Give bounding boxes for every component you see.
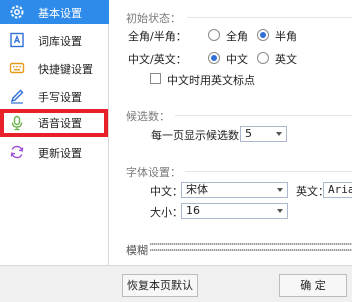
gear-icon	[9, 4, 25, 20]
scroll-artifact-top	[150, 243, 352, 245]
microphone-icon	[9, 115, 25, 131]
sidebar-item-basic[interactable]: 基本设置	[0, 0, 109, 24]
candidates-count-label: 每一页显示候选数：	[151, 129, 250, 142]
sidebar-item-update[interactable]: 更新设置	[0, 140, 109, 164]
scroll-artifact-bottom	[150, 249, 352, 251]
chevron-down-icon	[277, 188, 283, 192]
full-width-radio[interactable]	[208, 29, 220, 41]
group-divider	[185, 171, 352, 172]
chinese-radio[interactable]	[208, 52, 220, 64]
english-punctuation-label: 中文时用英文标点	[167, 74, 255, 87]
fuzzy-title: 模糊	[126, 244, 148, 257]
half-width-label: 半角	[275, 30, 297, 43]
font-settings-title: 字体设置：	[126, 166, 181, 179]
settings-content: 初始状态： 全角/半角： 全角 半角 中文/英文： 中文 英文 中文时用英文标点…	[109, 0, 352, 265]
english-font-value: Arial	[328, 183, 352, 196]
language-mode-label: 中文/英文：	[128, 53, 187, 66]
chevron-down-icon	[277, 209, 283, 213]
sidebar-item-label: 手写设置	[38, 91, 82, 104]
candidates-count-select[interactable]: 5	[240, 126, 287, 142]
english-radio[interactable]	[257, 52, 269, 64]
sidebar-item-voice[interactable]: 语音设置	[0, 109, 108, 137]
pen-icon	[9, 88, 25, 104]
half-width-radio[interactable]	[257, 29, 269, 41]
sidebar-item-handwriting[interactable]: 手写设置	[0, 84, 109, 108]
chevron-down-icon	[276, 132, 282, 136]
sidebar-item-label: 更新设置	[38, 147, 82, 160]
settings-sidebar: 基本设置 词库设置 快捷键设置 手写设置 语音设置 更新设置	[0, 0, 109, 265]
sidebar-item-label: 快捷键设置	[38, 63, 93, 76]
sidebar-item-label: 基本设置	[38, 7, 82, 20]
font-size-select[interactable]: 16	[181, 203, 288, 219]
candidates-title: 候选数：	[126, 110, 170, 123]
chinese-font-value: 宋体	[186, 183, 208, 196]
chinese-font-label: 中文：	[150, 185, 183, 198]
font-size-value: 16	[186, 204, 200, 217]
dialog-footer: 恢复本页默认 确 定	[0, 265, 352, 302]
initial-state-title: 初始状态：	[126, 12, 181, 25]
sidebar-item-dictionary[interactable]: 词库设置	[0, 28, 109, 52]
width-mode-label: 全角/半角：	[128, 30, 187, 43]
keyboard-icon	[9, 60, 25, 76]
sidebar-item-hotkeys[interactable]: 快捷键设置	[0, 56, 109, 80]
english-punctuation-checkbox[interactable]	[150, 73, 161, 84]
english-font-select[interactable]: Arial	[323, 182, 352, 198]
chinese-label: 中文	[226, 53, 248, 66]
restore-defaults-button[interactable]: 恢复本页默认	[122, 274, 198, 297]
chinese-font-select[interactable]: 宋体	[181, 182, 288, 198]
english-label: 英文	[275, 53, 297, 66]
sidebar-item-label: 词库设置	[38, 35, 82, 48]
candidates-count-value: 5	[245, 127, 252, 140]
full-width-label: 全角	[226, 30, 248, 43]
refresh-icon	[9, 144, 25, 160]
group-divider	[187, 17, 352, 18]
dictionary-icon	[9, 32, 25, 48]
ok-button[interactable]: 确 定	[279, 274, 347, 297]
sidebar-item-label: 语音设置	[38, 117, 82, 130]
group-divider	[175, 115, 352, 116]
font-size-label: 大小：	[150, 206, 183, 219]
